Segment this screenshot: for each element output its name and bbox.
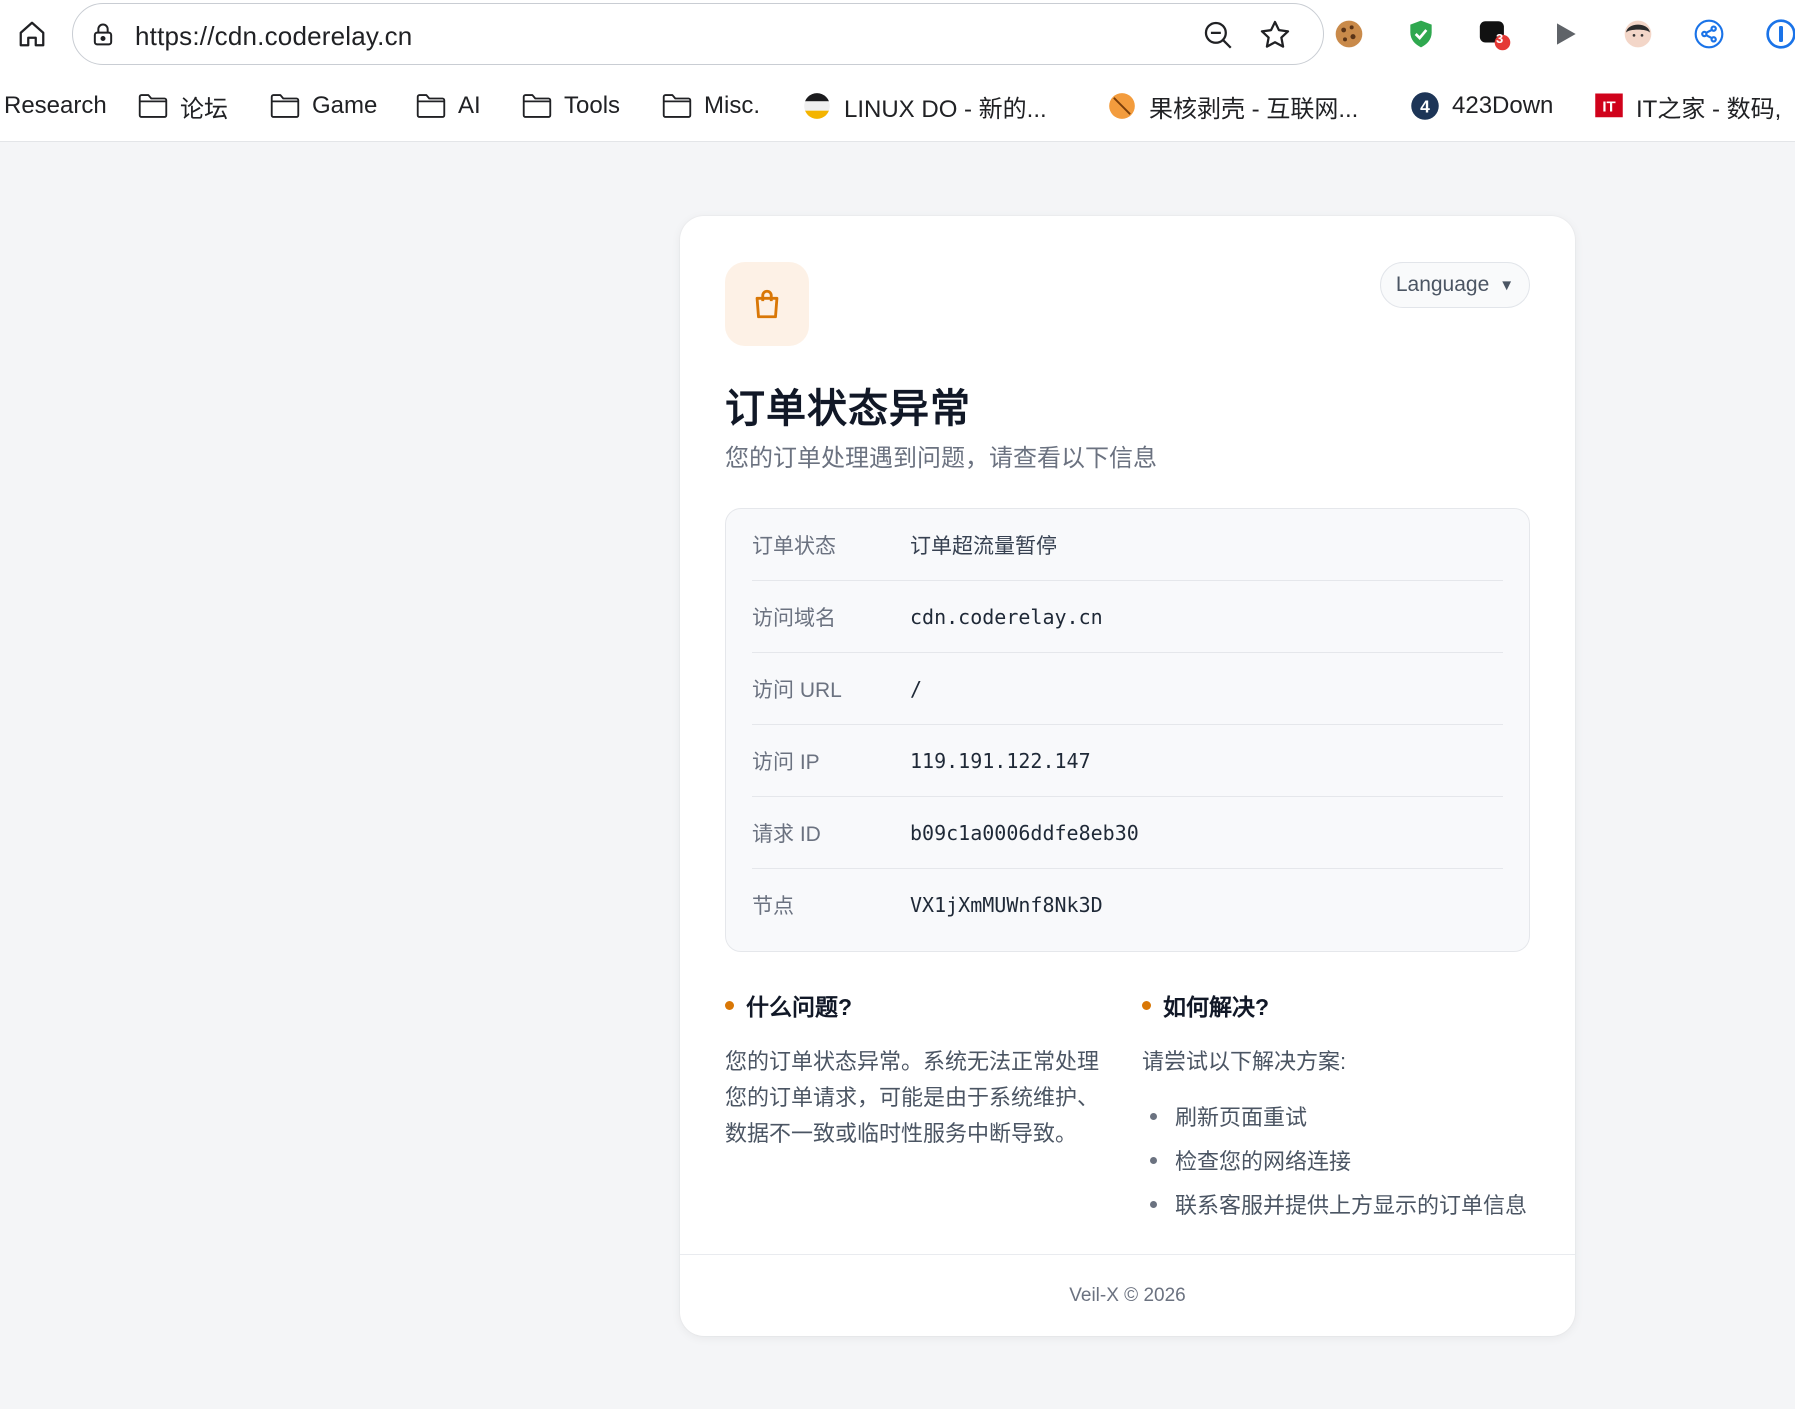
page-subtitle: 您的订单处理遇到问题，请查看以下信息	[725, 445, 1157, 472]
guohe-icon	[1107, 91, 1137, 121]
info-value: 119.191.122.147	[910, 748, 1091, 773]
solution-list: 刷新页面重试 检查您的网络连接 联系客服并提供上方显示的订单信息	[1142, 1094, 1542, 1226]
info-key: 订单状态	[752, 534, 836, 558]
info-value: cdn.coderelay.cn	[910, 604, 1103, 629]
bullet-dot-icon	[1142, 1000, 1151, 1010]
bookmark-folder-game[interactable]: Game	[270, 88, 377, 124]
bullet-dot-icon	[725, 1000, 734, 1010]
info-key: 节点	[752, 895, 794, 918]
play-extension-icon[interactable]	[1545, 14, 1585, 54]
info-row-node: 节点 VX1jXmMUWnf8Nk3D	[752, 869, 1503, 941]
bookmark-linuxdo[interactable]: LINUX DO - 新的...	[802, 88, 1047, 124]
bookmark-label: Research	[4, 92, 107, 119]
bullet-icon	[1150, 1112, 1157, 1120]
avatar-extension-icon[interactable]	[1618, 14, 1658, 54]
bookmark-label: 423Down	[1452, 92, 1554, 119]
info-key: 访问域名	[752, 606, 836, 630]
bookmark-label: Game	[312, 92, 378, 119]
bookmark-label: 论坛	[180, 95, 228, 123]
info-row-domain: 访问域名 cdn.coderelay.cn	[752, 581, 1503, 653]
svg-text:4: 4	[1420, 96, 1430, 116]
info-row-order-status: 订单状态 订单超流量暂停	[752, 509, 1503, 581]
bookmark-folder-tools[interactable]: Tools	[522, 88, 620, 124]
bookmark-research[interactable]: Research	[4, 88, 107, 124]
problem-heading: 什么问题?	[725, 988, 1115, 1022]
error-card: Language ▼ 订单状态异常 您的订单处理遇到问题，请查看以下信息 订单状…	[680, 216, 1575, 1336]
language-label: Language	[1395, 273, 1490, 296]
list-item: 检查您的网络连接	[1142, 1138, 1542, 1182]
info-key: 访问 URL	[752, 678, 842, 702]
folder-icon	[138, 91, 168, 121]
extension-badge-count: 3	[1496, 31, 1504, 46]
bookmark-ithome[interactable]: IT IT之家 - 数码,	[1594, 88, 1781, 124]
share-extension-icon[interactable]	[1689, 14, 1729, 54]
site-info-icon[interactable]	[89, 21, 117, 54]
home-button[interactable]	[12, 14, 52, 54]
info-value: VX1jXmMUWnf8Nk3D	[910, 893, 1103, 917]
bookmark-star-icon[interactable]	[1258, 18, 1292, 57]
order-info-table: 订单状态 订单超流量暂停 访问域名 cdn.coderelay.cn 访问 UR…	[725, 508, 1530, 952]
bookmark-label: 果核剥壳 - 互联网...	[1149, 95, 1359, 123]
bookmark-label: Tools	[564, 92, 621, 119]
list-item-text: 联系客服并提供上方显示的订单信息	[1175, 1193, 1528, 1218]
list-item-text: 检查您的网络连接	[1175, 1149, 1352, 1174]
password-manager-icon[interactable]	[1761, 14, 1795, 54]
shopping-bag-icon	[755, 289, 779, 319]
423down-icon: 4	[1410, 91, 1440, 121]
ithome-icon: IT	[1594, 91, 1624, 121]
page-footer: Veil-X © 2026	[680, 1254, 1575, 1336]
notification-extension-icon[interactable]: 3	[1474, 14, 1514, 54]
linuxdo-icon	[802, 91, 832, 121]
problem-heading-text: 什么问题?	[746, 994, 853, 1020]
url-text[interactable]: https://cdn.coderelay.cn	[135, 21, 412, 52]
bookmark-423down[interactable]: 4 423Down	[1410, 88, 1553, 124]
caret-down-icon: ▼	[1499, 276, 1515, 294]
solution-heading-text: 如何解决?	[1163, 994, 1270, 1020]
bookmark-folder-forum[interactable]: 论坛	[138, 88, 228, 124]
home-icon	[19, 21, 45, 47]
bookmark-label: LINUX DO - 新的...	[844, 95, 1047, 123]
bookmark-guohe[interactable]: 果核剥壳 - 互联网...	[1107, 88, 1358, 124]
folder-icon	[522, 91, 552, 121]
bookmark-label: AI	[458, 92, 481, 119]
status-badge	[725, 262, 809, 346]
bullet-icon	[1150, 1156, 1157, 1164]
info-row-request-id: 请求 ID b09c1a0006ddfe8eb30	[752, 797, 1503, 869]
info-row-ip: 访问 IP 119.191.122.147	[752, 725, 1503, 797]
language-selector[interactable]: Language ▼	[1380, 262, 1530, 308]
zoom-out-icon[interactable]	[1201, 18, 1235, 57]
address-bar[interactable]: https://cdn.coderelay.cn	[72, 3, 1324, 65]
folder-icon	[270, 91, 300, 121]
folder-icon	[416, 91, 446, 121]
folder-icon	[662, 91, 692, 121]
browser-toolbar: https://cdn.coderelay.cn 3	[0, 0, 1795, 70]
problem-text: 您的订单状态异常。系统无法正常处理您的订单请求，可能是由于系统维护、数据不一致或…	[725, 1049, 1100, 1146]
shield-extension-icon[interactable]	[1401, 14, 1441, 54]
bullet-icon	[1150, 1200, 1157, 1208]
bookmark-label: IT之家 - 数码,	[1636, 95, 1782, 123]
info-key: 访问 IP	[752, 750, 820, 774]
solution-heading: 如何解决?	[1142, 988, 1542, 1022]
list-item: 刷新页面重试	[1142, 1094, 1542, 1138]
problem-section: 什么问题? 您的订单状态异常。系统无法正常处理您的订单请求，可能是由于系统维护、…	[725, 988, 1115, 1152]
bookmark-folder-misc[interactable]: Misc.	[662, 88, 760, 124]
list-item-text: 刷新页面重试	[1175, 1105, 1308, 1130]
list-item: 联系客服并提供上方显示的订单信息	[1142, 1182, 1542, 1226]
svg-text:IT: IT	[1602, 99, 1615, 116]
bookmarks-bar: Research 论坛 Game AI Tools Misc. LINUX DO…	[0, 70, 1795, 142]
cookie-extension-icon[interactable]	[1329, 14, 1369, 54]
solution-intro: 请尝试以下解决方案:	[1142, 1049, 1347, 1074]
info-key: 请求 ID	[752, 822, 821, 846]
info-value: b09c1a0006ddfe8eb30	[910, 820, 1139, 845]
info-value: /	[910, 676, 923, 701]
bookmark-folder-ai[interactable]: AI	[416, 88, 481, 124]
bookmark-label: Misc.	[704, 92, 760, 119]
page-title: 订单状态异常	[725, 387, 971, 431]
solution-section: 如何解决? 请尝试以下解决方案: 刷新页面重试 检查您的网络连接 联系客服并提供…	[1142, 988, 1542, 1226]
info-value: 订单超流量暂停	[910, 534, 1057, 558]
info-row-url: 访问 URL /	[752, 653, 1503, 725]
